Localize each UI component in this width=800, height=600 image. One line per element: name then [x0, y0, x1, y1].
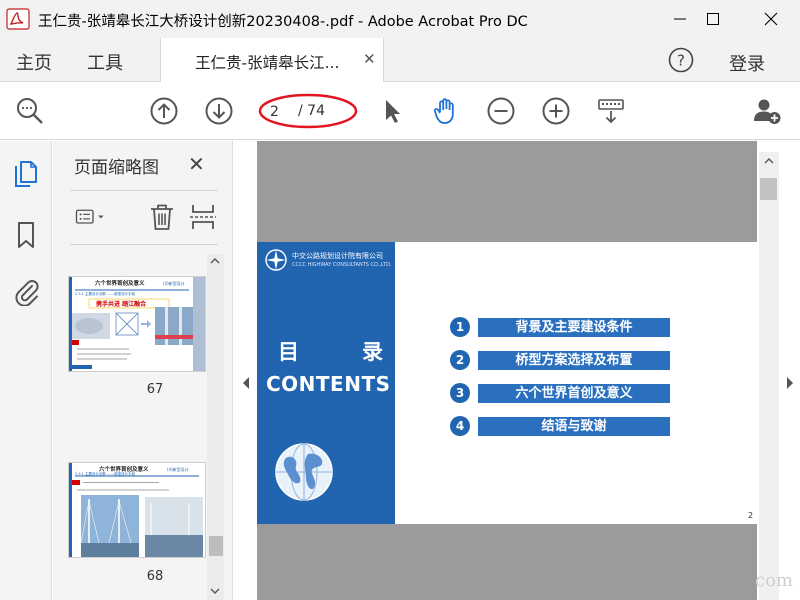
- minus-circle-icon: [487, 97, 515, 125]
- select-tool-button[interactable]: [377, 96, 407, 126]
- previous-page-button[interactable]: [149, 96, 179, 126]
- document-tab-close-icon[interactable]: ✕: [363, 50, 376, 68]
- options-menu-icon[interactable]: [75, 202, 105, 232]
- maximize-button[interactable]: [690, 0, 736, 38]
- split-page-icon[interactable]: [188, 202, 218, 232]
- toc-number: 2: [450, 350, 470, 370]
- share-user-button[interactable]: [752, 96, 782, 126]
- toc-label: 背景及主要建设条件: [478, 318, 670, 337]
- arrow-down-circle-icon: [205, 97, 233, 125]
- minimize-icon: [674, 18, 686, 20]
- toc-item[interactable]: 2 桥型方案选择及布置: [450, 349, 672, 371]
- company-name: 中交公路规划设计院有限公司: [292, 252, 383, 260]
- delete-page-icon[interactable]: [147, 202, 177, 232]
- contents-heading-left: 目: [278, 340, 299, 364]
- toc-label: 六个世界首创及意义: [478, 384, 670, 403]
- close-icon: [764, 12, 778, 26]
- hand-tool-button[interactable]: [431, 96, 461, 126]
- document-scrollbar[interactable]: [759, 152, 779, 600]
- thumbnail-68-tag: (4)新型设计: [167, 466, 189, 472]
- thumbnail-67-preview: 六个世界首创及意义 (4)新型设计 2.5.1 主要设计创新 ——新型设计手段 …: [69, 277, 205, 371]
- scroll-up-icon[interactable]: [764, 156, 774, 166]
- window-title: 王仁贵-张靖皋长江大桥设计创新20230408-.pdf - Adobe Acr…: [38, 14, 528, 30]
- thumbnail-page-number: 67: [146, 382, 164, 397]
- thumbnail-scrollbar-thumb[interactable]: [209, 536, 223, 556]
- find-button[interactable]: [15, 96, 45, 126]
- document-tab[interactable]: 王仁贵-张靖皋长江... ✕: [160, 38, 384, 83]
- toc-number: 3: [450, 383, 470, 403]
- contents-title: CONTENTS: [266, 372, 391, 396]
- thumbnail-67-banner: 携手共进 踏江融合: [96, 300, 147, 308]
- search-icon: [17, 98, 43, 124]
- navigation-rail: [0, 141, 52, 600]
- thumbnail-67-heading: 六个世界首创及意义: [95, 279, 145, 287]
- help-icon[interactable]: ?: [668, 47, 694, 73]
- thumbnail-page-67[interactable]: 六个世界首创及意义 (4)新型设计 2.5.1 主要设计创新 ——新型设计手段 …: [68, 276, 206, 372]
- collapse-right-icon[interactable]: [785, 376, 795, 390]
- next-page-button[interactable]: [204, 96, 234, 126]
- login-button[interactable]: 登录: [729, 50, 765, 76]
- scroll-down-icon[interactable]: [210, 586, 220, 596]
- divider: [70, 244, 218, 245]
- toc-number: 1: [450, 317, 470, 337]
- thumbnail-68-subtitle: 2.5.1 主要设计创新 ——新型设计手段: [75, 471, 136, 476]
- acrobat-logo-icon: [6, 8, 30, 30]
- toc-item[interactable]: 3 六个世界首创及意义: [450, 382, 672, 404]
- arrow-up-circle-icon: [150, 97, 178, 125]
- maximize-icon: [707, 13, 719, 25]
- plus-circle-icon: [542, 97, 570, 125]
- tab-home[interactable]: 主页: [16, 49, 52, 75]
- thumbnail-68-preview: 六个世界首创及意义 (4)新型设计 2.5.1 主要设计创新 ——新型设计手段: [69, 463, 205, 557]
- watermark-text: com: [755, 570, 793, 591]
- company-name-en: CCCC HIGHWAY CONSULTANTS CO.,LTD.: [292, 262, 392, 268]
- title-bar: 王仁贵-张靖皋长江大桥设计创新20230408-.pdf - Adobe Acr…: [0, 0, 800, 38]
- scroll-mode-button[interactable]: [596, 96, 626, 126]
- hand-icon: [433, 98, 454, 124]
- document-tab-label: 王仁贵-张靖皋长江...: [195, 54, 340, 72]
- zoom-in-button[interactable]: [541, 96, 571, 126]
- contents-heading-right: 录: [362, 340, 383, 364]
- attachment-icon[interactable]: [12, 276, 40, 306]
- document-scrollbar-thumb[interactable]: [760, 178, 777, 200]
- svg-text:?: ?: [677, 52, 685, 70]
- collapse-left-icon[interactable]: [241, 376, 251, 390]
- thumbnail-page-number: 68: [146, 569, 164, 584]
- thumbnail-67-subtitle: 2.5.1 主要设计创新 ——新型设计手段: [75, 291, 136, 296]
- keyboard-download-icon: [598, 99, 624, 124]
- toc-item[interactable]: 1 背景及主要建设条件: [450, 316, 672, 338]
- toc-label: 桥型方案选择及布置: [478, 351, 670, 370]
- thumbnail-panel-title: 页面缩略图: [74, 158, 159, 178]
- tab-tools[interactable]: 工具: [87, 49, 123, 75]
- zoom-out-button[interactable]: [486, 96, 516, 126]
- toc-label: 结语与致谢: [478, 417, 670, 436]
- cursor-arrow-icon: [386, 100, 400, 123]
- thumbnail-page-68[interactable]: 六个世界首创及意义 (4)新型设计 2.5.1 主要设计创新 ——新型设计手段: [68, 462, 206, 558]
- toc-number: 4: [450, 416, 470, 436]
- close-window-button[interactable]: [748, 0, 794, 38]
- close-panel-icon[interactable]: ✕: [188, 152, 205, 176]
- thumbnail-67-tag: (4)新型设计: [163, 280, 185, 286]
- page-thumbnails-icon[interactable]: [12, 160, 40, 190]
- bookmark-icon[interactable]: [12, 220, 40, 250]
- red-highlight-ellipse: [258, 93, 358, 129]
- scroll-up-icon[interactable]: [210, 256, 220, 266]
- slide-page-number: 2: [748, 511, 754, 520]
- toc-item[interactable]: 4 结语与致谢: [450, 415, 672, 437]
- add-user-icon: [754, 99, 781, 124]
- globe-icon: [275, 443, 333, 501]
- divider: [70, 190, 218, 191]
- company-logo-icon: [265, 249, 287, 271]
